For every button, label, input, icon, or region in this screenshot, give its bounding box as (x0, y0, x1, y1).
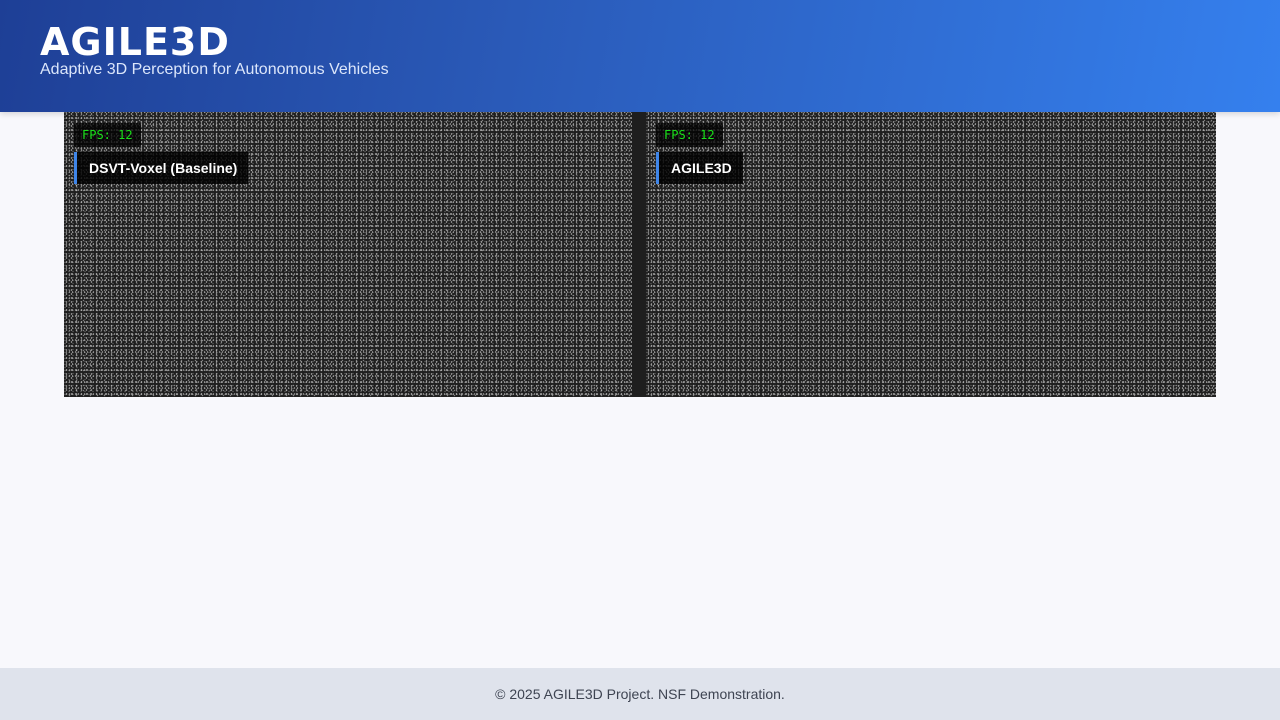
point-cloud-viewer-agile3d[interactable]: FPS: 12 AGILE3D (646, 112, 1216, 397)
comparison-viewers: FPS: 12 DSVT-Voxel (Baseline) FPS: 12 AG… (64, 112, 1216, 397)
model-label: DSVT-Voxel (Baseline) (74, 152, 249, 184)
model-label: AGILE3D (656, 152, 743, 184)
app-subtitle: Adaptive 3D Perception for Autonomous Ve… (40, 61, 389, 78)
point-cloud-viewer-baseline[interactable]: FPS: 12 DSVT-Voxel (Baseline) (64, 112, 632, 397)
app-title: AGILE3D (40, 20, 230, 64)
footer-copyright: © 2025 AGILE3D Project. NSF Demonstratio… (495, 686, 785, 702)
fps-counter: FPS: 12 (74, 123, 141, 147)
page-footer: © 2025 AGILE3D Project. NSF Demonstratio… (0, 668, 1280, 720)
fps-counter: FPS: 12 (656, 123, 723, 147)
app-header: AGILE3D Adaptive 3D Perception for Auton… (0, 0, 1280, 112)
